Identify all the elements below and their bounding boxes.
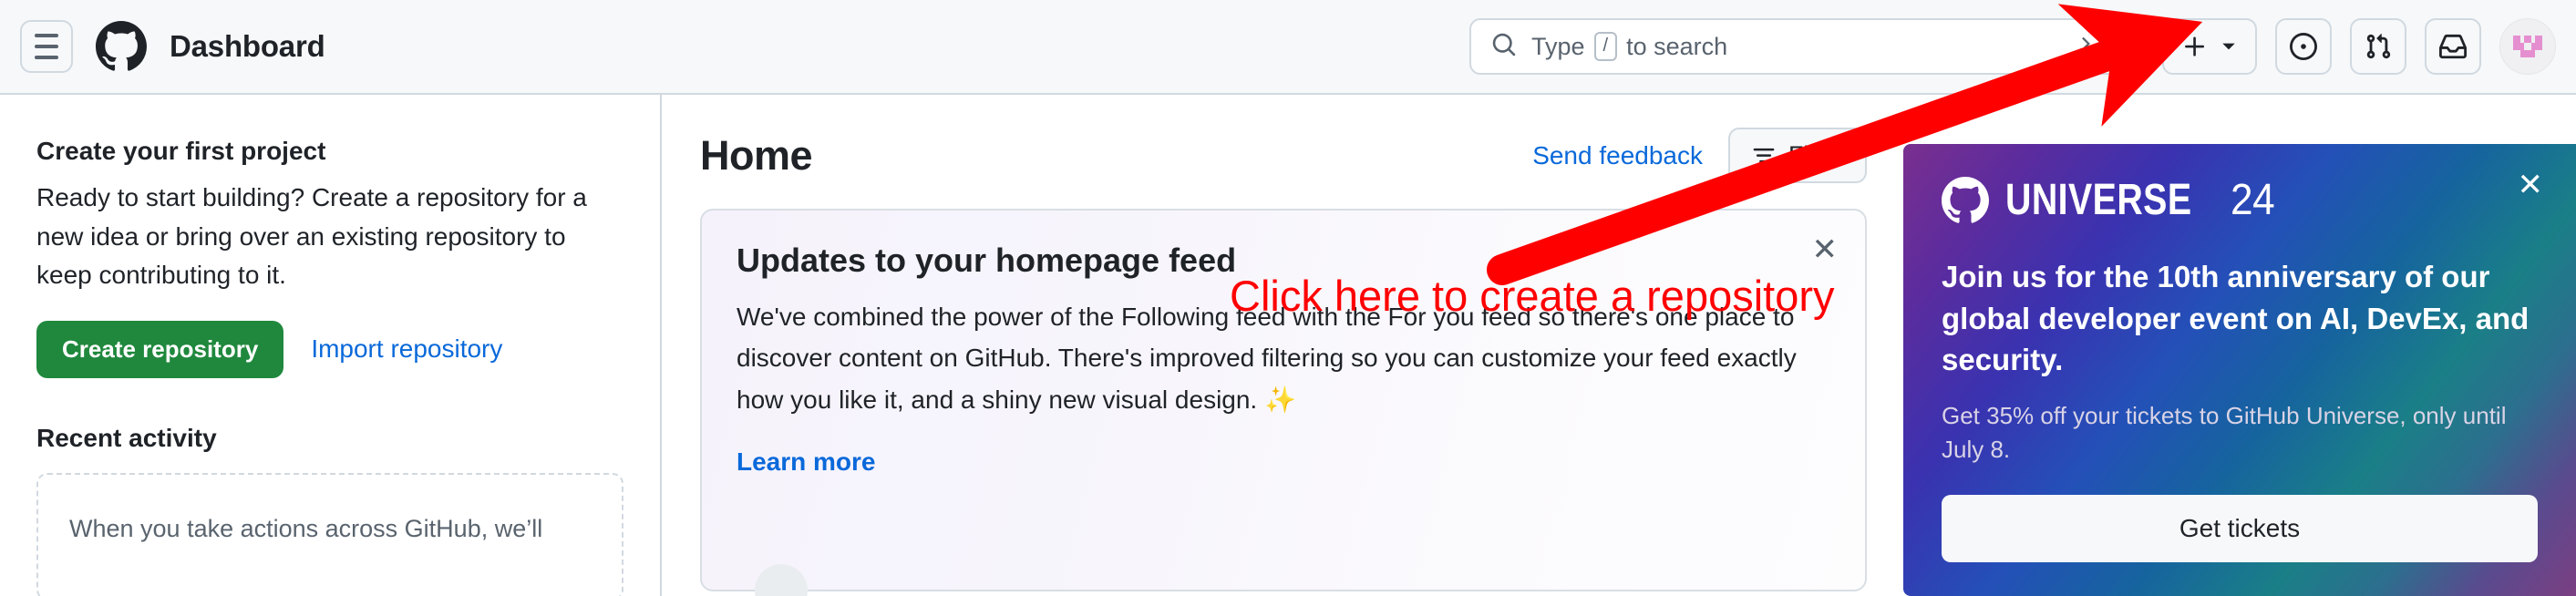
dashboard-screen: Dashboard Type / to search Create your f…	[0, 0, 2576, 596]
issue-opened-icon	[2290, 33, 2317, 60]
avatar-icon	[2513, 36, 2542, 57]
user-avatar[interactable]	[2499, 18, 2556, 75]
filter-button[interactable]: Filter	[1728, 128, 1867, 183]
header-left-group: Dashboard	[0, 18, 325, 75]
get-tickets-button[interactable]: Get tickets	[1942, 494, 2538, 562]
command-palette-icon[interactable]	[2078, 32, 2102, 62]
left-sidebar: Create your first project Ready to start…	[0, 95, 662, 596]
page-title: Dashboard	[170, 29, 325, 63]
header-divider	[2142, 26, 2144, 67]
sidebar-actions: Create repository Import repository	[36, 320, 623, 378]
universe-logo-row: UNIVERSE 24	[1942, 175, 2538, 225]
issues-button[interactable]	[2275, 18, 2332, 75]
universe-subtext: Get 35% off your tickets to GitHub Unive…	[1942, 401, 2507, 464]
feed-update-card: ✕ Updates to your homepage feed We've co…	[700, 209, 1867, 596]
universe-headline: Join us for the 10th anniversary of our …	[1942, 260, 2530, 377]
chevron-down-icon	[2222, 43, 2235, 50]
hamburger-icon[interactable]	[20, 20, 73, 73]
search-slash-key: /	[1593, 32, 1618, 61]
close-icon[interactable]: ✕	[2518, 170, 2544, 200]
universe-promo-banner: ✕ UNIVERSE 24 Join us for the 10th anniv…	[1903, 144, 2576, 596]
recent-activity-heading: Recent activity	[36, 423, 217, 452]
sidebar-description: Ready to start building? Create a reposi…	[36, 183, 587, 290]
close-icon[interactable]: ✕	[1812, 234, 1839, 265]
filter-icon	[1753, 148, 1775, 162]
create-repository-button[interactable]: Create repository	[36, 320, 284, 378]
inbox-icon	[2439, 34, 2467, 59]
main-header-actions: Send feedback Filter	[1532, 128, 1867, 183]
notifications-button[interactable]	[2425, 18, 2481, 75]
feed-item-avatar	[755, 564, 808, 596]
search-placeholder: Type / to search	[1531, 32, 1727, 61]
app-header: Dashboard Type / to search	[0, 0, 2576, 95]
learn-more-link[interactable]: Learn more	[737, 447, 876, 477]
feed-card-title: Updates to your homepage feed	[737, 241, 1237, 279]
send-feedback-link[interactable]: Send feedback	[1532, 141, 1703, 170]
recent-activity-empty-state: When you take actions across GitHub, we’…	[36, 472, 623, 596]
search-icon	[1491, 32, 1517, 62]
search-placeholder-post: to search	[1626, 32, 1728, 60]
feed-card-body: We've combined the power of the Followin…	[737, 303, 1797, 414]
header-right-group: Type / to search	[1469, 18, 2576, 75]
main-content: Home Send feedback Filter ✕ Updates to y…	[664, 95, 1903, 596]
plus-icon	[2185, 36, 2205, 57]
pull-requests-button[interactable]	[2350, 18, 2406, 75]
search-placeholder-pre: Type	[1531, 32, 1585, 60]
universe-wordmark-text: UNIVERSE	[2005, 176, 2192, 224]
filter-button-label: Filter	[1788, 141, 1843, 169]
universe-wordmark: UNIVERSE 24	[2005, 175, 2279, 225]
import-repository-link[interactable]: Import repository	[311, 334, 502, 364]
create-new-button[interactable]	[2162, 18, 2257, 75]
universe-wordmark-year: 24	[2231, 176, 2275, 224]
git-pull-request-icon	[2366, 34, 2391, 59]
search-input[interactable]: Type / to search	[1469, 18, 2124, 75]
home-title: Home	[700, 131, 813, 179]
github-mark-icon[interactable]	[93, 18, 149, 75]
sidebar-heading: Create your first project	[36, 137, 326, 165]
github-mark-icon	[1942, 176, 1989, 223]
main-header: Home Send feedback Filter	[700, 128, 1867, 183]
